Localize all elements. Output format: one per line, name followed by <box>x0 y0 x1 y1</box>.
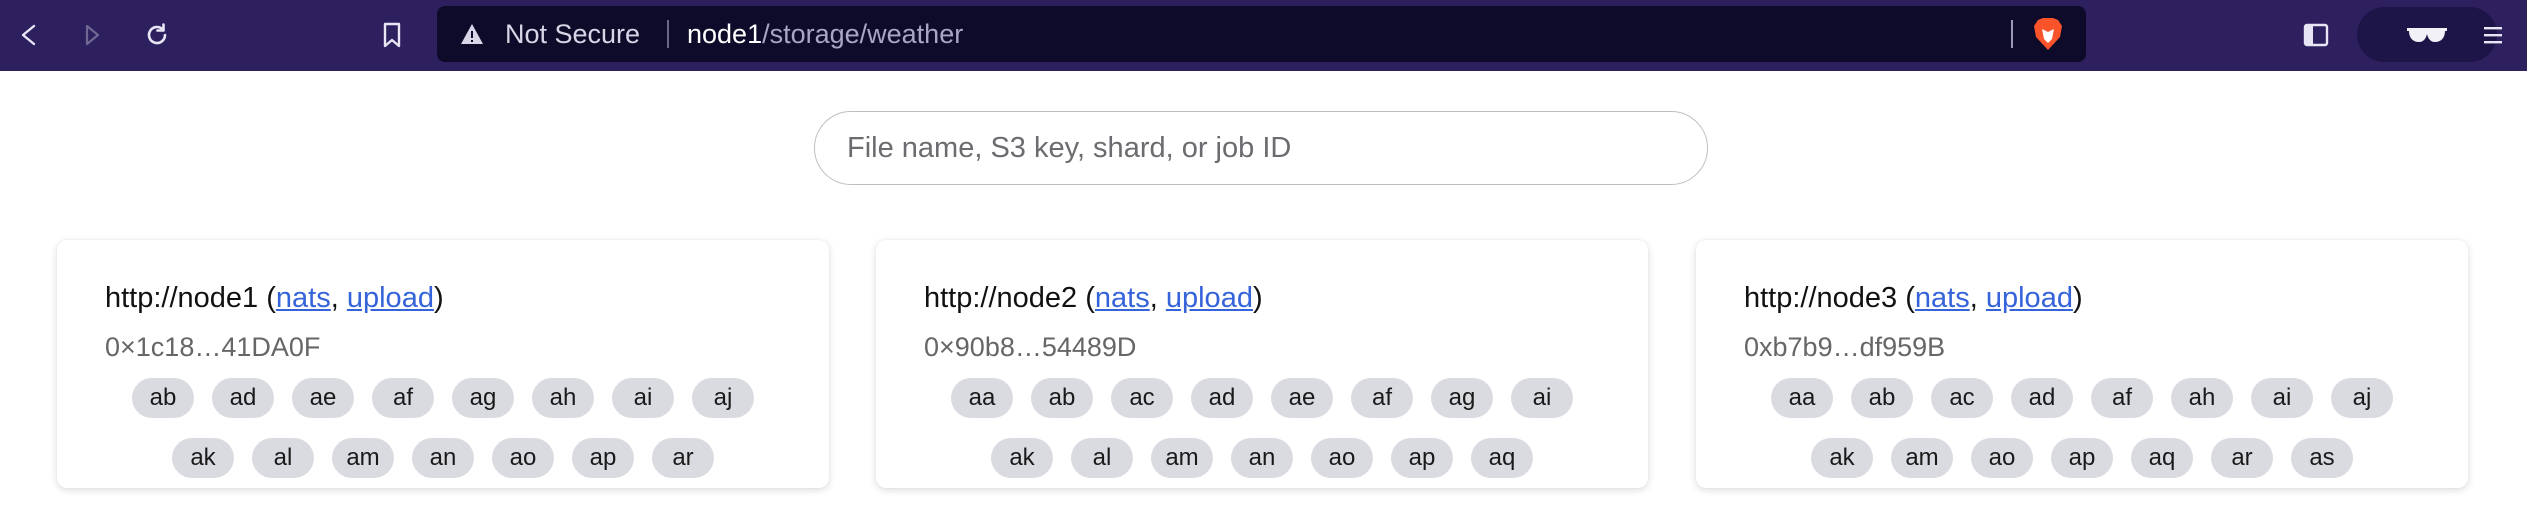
shard-chip[interactable]: as <box>2291 438 2353 478</box>
not-secure-label[interactable]: Not Secure <box>505 6 640 62</box>
shard-chip[interactable]: ak <box>991 438 1053 478</box>
paren-open: ( <box>1897 282 1915 314</box>
shard-chip[interactable]: am <box>332 438 394 478</box>
shard-chip[interactable]: ai <box>2251 378 2313 418</box>
shard-chip[interactable]: ao <box>492 438 554 478</box>
node-url: http://node3 <box>1744 282 1898 314</box>
shard-chip[interactable]: ag <box>1431 378 1493 418</box>
shard-list: aa ab ac ad ae af ag ai ak al am an ao ap aq <box>876 378 1648 498</box>
node-title: http://node2 (nats, upload) <box>924 282 1263 315</box>
node-key: 0×1c18…41DA0F <box>105 332 321 362</box>
node-key: 0×90b8…54489D <box>924 332 1137 362</box>
shard-chip[interactable]: am <box>1151 438 1213 478</box>
shard-chip[interactable]: an <box>1231 438 1293 478</box>
paren-open: ( <box>1077 282 1095 314</box>
shard-chip[interactable]: ab <box>1031 378 1093 418</box>
shard-chip[interactable]: al <box>252 438 314 478</box>
shard-row: ak al am an ao ap aq <box>876 438 1648 480</box>
shard-chip[interactable]: aa <box>1771 378 1833 418</box>
shard-list: ab ad ae af ag ah ai aj ak al am an ao ap ar <box>57 378 829 498</box>
url-divider <box>667 20 669 48</box>
shard-chip[interactable]: ah <box>2171 378 2233 418</box>
forward-arrow-icon[interactable] <box>73 16 111 54</box>
paren-open: ( <box>258 282 276 314</box>
shard-chip[interactable]: ad <box>212 378 274 418</box>
shard-chip[interactable]: ac <box>1111 378 1173 418</box>
shard-chip[interactable]: ac <box>1931 378 1993 418</box>
node-key: 0xb7b9…df959B <box>1744 332 1946 362</box>
node-card: http://node3 (nats, upload) 0xb7b9…df959… <box>1696 240 2468 488</box>
node-title: http://node1 (nats, upload) <box>105 282 444 315</box>
nats-link[interactable]: nats <box>1915 282 1970 314</box>
back-arrow-icon[interactable] <box>10 16 48 54</box>
nats-link[interactable]: nats <box>1095 282 1150 314</box>
shard-chip[interactable]: aq <box>1471 438 1533 478</box>
paren-close: ) <box>433 282 444 314</box>
nats-link[interactable]: nats <box>276 282 331 314</box>
shard-chip[interactable]: ab <box>132 378 194 418</box>
shard-chip[interactable]: al <box>1071 438 1133 478</box>
address-bar[interactable]: Not Secure node1/storage/weather <box>437 6 2086 62</box>
shard-chip[interactable]: ao <box>1971 438 2033 478</box>
shard-chip[interactable]: an <box>412 438 474 478</box>
shard-chip[interactable]: ad <box>2011 378 2073 418</box>
paren-close: ) <box>2072 282 2083 314</box>
shard-chip[interactable]: aj <box>2331 378 2393 418</box>
upload-link[interactable]: upload <box>1986 282 2073 314</box>
shard-chip[interactable]: aj <box>692 378 754 418</box>
url-text[interactable]: node1/storage/weather <box>687 6 963 62</box>
node-title: http://node3 (nats, upload) <box>1744 282 2083 315</box>
shard-row: aa ab ac ad af ah ai aj <box>1696 378 2468 420</box>
shard-row: ak am ao ap aq ar as <box>1696 438 2468 480</box>
shard-chip[interactable]: af <box>372 378 434 418</box>
paren-close: ) <box>1252 282 1263 314</box>
shard-list: aa ab ac ad af ah ai aj ak am ao ap aq ar as <box>1696 378 2468 498</box>
url-host: node1 <box>687 19 763 49</box>
shard-chip[interactable]: ar <box>2211 438 2273 478</box>
shard-chip[interactable]: aa <box>951 378 1013 418</box>
upload-link[interactable]: upload <box>1166 282 1253 314</box>
bookmark-icon[interactable] <box>373 16 411 54</box>
shard-row: ak al am an ao ap ar <box>57 438 829 480</box>
shard-row: ab ad ae af ag ah ai aj <box>57 378 829 420</box>
browser-toolbar: Not Secure node1/storage/weather <box>0 0 2527 71</box>
shard-chip[interactable]: ak <box>1811 438 1873 478</box>
shard-chip[interactable]: ai <box>612 378 674 418</box>
shard-chip[interactable]: ap <box>572 438 634 478</box>
shard-chip[interactable]: ai <box>1511 378 1573 418</box>
shard-chip[interactable]: ad <box>1191 378 1253 418</box>
search-input[interactable] <box>815 112 1707 184</box>
shard-chip[interactable]: ap <box>2051 438 2113 478</box>
url-path: /storage/weather <box>762 19 964 49</box>
search-box <box>814 111 1708 185</box>
shard-chip[interactable]: ao <box>1311 438 1373 478</box>
url-divider-right <box>2011 20 2013 48</box>
shard-chip[interactable]: ag <box>452 378 514 418</box>
upload-link[interactable]: upload <box>347 282 434 314</box>
shard-chip[interactable]: ak <box>172 438 234 478</box>
warning-triangle-icon[interactable] <box>459 22 485 46</box>
shard-chip[interactable]: ap <box>1391 438 1453 478</box>
reload-icon[interactable] <box>138 16 176 54</box>
node-url: http://node1 <box>105 282 259 314</box>
shard-chip[interactable]: ae <box>1271 378 1333 418</box>
node-url: http://node2 <box>924 282 1078 314</box>
sidebar-toggle-icon[interactable] <box>2297 16 2335 54</box>
shard-chip[interactable]: af <box>1351 378 1413 418</box>
shard-chip[interactable]: af <box>2091 378 2153 418</box>
shard-chip[interactable]: ar <box>652 438 714 478</box>
shard-chip[interactable]: am <box>1891 438 1953 478</box>
shard-row: aa ab ac ad ae af ag ai <box>876 378 1648 420</box>
hamburger-menu-icon[interactable] <box>2474 16 2512 54</box>
brave-lion-icon[interactable] <box>2032 17 2064 51</box>
shard-chip[interactable]: ah <box>532 378 594 418</box>
comma: , <box>330 282 347 314</box>
comma: , <box>1149 282 1166 314</box>
comma: , <box>1969 282 1986 314</box>
node-card: http://node1 (nats, upload) 0×1c18…41DA0… <box>57 240 829 488</box>
shard-chip[interactable]: ab <box>1851 378 1913 418</box>
shard-chip[interactable]: aq <box>2131 438 2193 478</box>
node-card: http://node2 (nats, upload) 0×90b8…54489… <box>876 240 1648 488</box>
shard-chip[interactable]: ae <box>292 378 354 418</box>
